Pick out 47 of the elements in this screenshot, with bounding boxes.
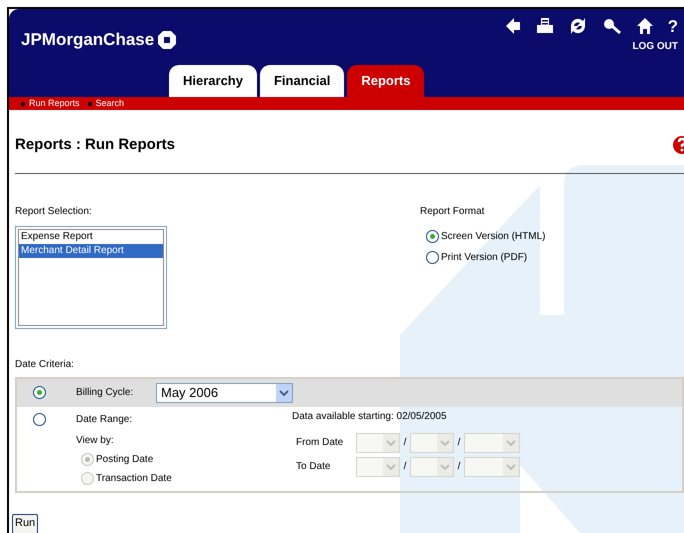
chevron-down-icon xyxy=(437,434,453,452)
subnav-link[interactable]: Run Reports xyxy=(21,99,80,108)
date-range-radio[interactable] xyxy=(33,413,46,426)
report-format-label: Report Format xyxy=(420,204,486,218)
nav-tab[interactable]: Reports xyxy=(347,65,424,97)
chevron-down-icon xyxy=(503,458,519,476)
billing-cycle-dropdown[interactable]: May 2006 xyxy=(156,382,293,402)
date-separator: / xyxy=(402,436,408,450)
date-label: From Date xyxy=(296,436,344,450)
logo-text: JPMorganChase xyxy=(21,29,154,51)
chevron-down-icon xyxy=(276,384,292,402)
nav-tab[interactable]: Hierarchy xyxy=(169,65,257,97)
chevron-down-icon xyxy=(383,434,399,452)
date-label: To Date xyxy=(296,460,332,474)
billing-cycle-radio[interactable] xyxy=(33,386,46,399)
format-radio[interactable] xyxy=(426,230,439,242)
report-list-item[interactable]: Expense Report xyxy=(19,230,163,244)
report-selection-label: Report Selection: xyxy=(15,204,93,218)
page-title: Reports : Run Reports xyxy=(15,135,176,155)
billing-cycle-label: Billing Cycle: xyxy=(76,386,134,400)
date-separator: / xyxy=(402,460,408,474)
chevron-down-icon xyxy=(383,458,399,476)
data-available-note: Data available starting: 02/05/2005 xyxy=(292,410,448,424)
view-by-option-label: Posting Date xyxy=(96,452,154,466)
view-by-label: View by: xyxy=(75,434,115,448)
chevron-down-icon xyxy=(503,434,519,452)
back-arrow-icon[interactable] xyxy=(504,17,522,35)
subnav-link[interactable]: Search xyxy=(88,99,124,108)
date-range-label: Date Range: xyxy=(76,413,132,427)
printer-icon[interactable] xyxy=(536,17,554,35)
logout-link[interactable]: LOG OUT xyxy=(632,39,678,54)
date-separator: / xyxy=(456,436,462,450)
view-by-option-label: Transaction Date xyxy=(96,472,172,486)
search-icon[interactable] xyxy=(602,17,622,35)
chevron-down-icon xyxy=(437,458,453,476)
format-option-label: Screen Version (HTML) xyxy=(441,230,546,244)
home-icon[interactable] xyxy=(636,17,654,35)
date-criteria-label: Date Criteria: xyxy=(14,358,75,372)
format-radio[interactable] xyxy=(426,250,439,264)
nav-tab[interactable]: Financial xyxy=(260,65,344,97)
report-list-item[interactable]: Merchant Detail Report xyxy=(19,244,163,258)
report-list[interactable]: Expense Report Merchant Detail Report xyxy=(15,226,167,328)
format-option-label: Print Version (PDF) xyxy=(441,250,528,264)
run-button[interactable]: Run xyxy=(12,514,38,533)
octagon-logo-icon xyxy=(158,30,176,49)
date-separator: / xyxy=(456,460,462,474)
help-link[interactable]: ? xyxy=(668,18,678,34)
